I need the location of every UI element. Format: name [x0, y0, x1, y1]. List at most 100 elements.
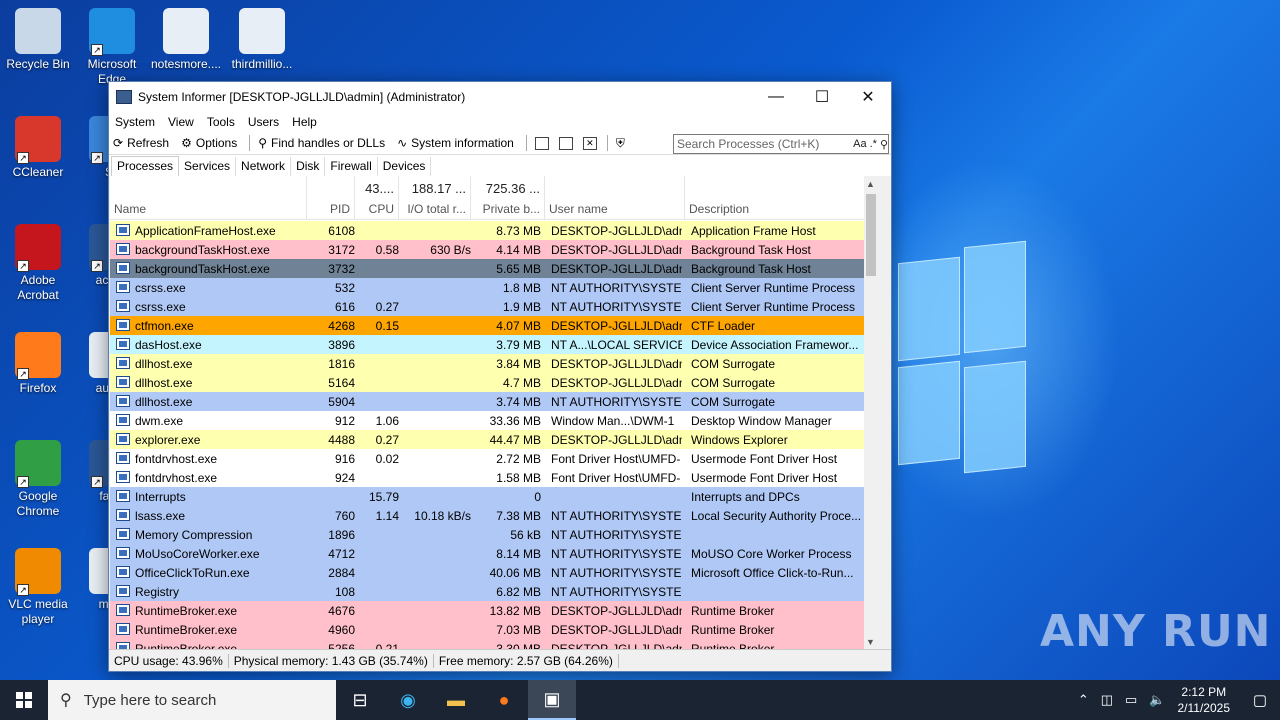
taskbar-search-box[interactable]: ⚲ Type here to search: [48, 680, 336, 720]
process-row[interactable]: Memory Compression 1896 56 kB NT AUTHORITY\…: [110, 525, 865, 544]
minimize-button[interactable]: —: [753, 82, 799, 112]
process-row[interactable]: csrss.exe 616 0.27 1.9 MB NT AUTHORITY\SYSTE…: [110, 297, 865, 316]
match-case-toggle[interactable]: Aa: [853, 138, 866, 150]
process-user-cell: DESKTOP-JGLLJLD\admi: [551, 604, 682, 618]
menu-view[interactable]: View: [168, 115, 194, 129]
shortcut-arrow-icon: ↗: [17, 152, 29, 164]
tab-firewall[interactable]: Firewall: [325, 157, 378, 176]
process-row[interactable]: RuntimeBroker.exe 4676 13.82 MB DESKTOP-JGL…: [110, 601, 865, 620]
menu-help[interactable]: Help: [292, 115, 317, 129]
process-tree-grid[interactable]: Name PID 43.... CPU 188.17 ... I/O total…: [110, 176, 878, 650]
column-header-pid[interactable]: PID: [307, 176, 355, 220]
tab-disk[interactable]: Disk: [291, 157, 326, 176]
process-row[interactable]: MoUsoCoreWorker.exe 4712 8.14 MB NT AUTHORI…: [110, 544, 865, 563]
column-header-io[interactable]: 188.17 ... I/O total r...: [399, 176, 471, 220]
tab-services[interactable]: Services: [179, 157, 237, 176]
column-header-description[interactable]: Description: [685, 176, 865, 220]
process-row[interactable]: lsass.exe 760 1.14 10.18 kB/s 7.38 MB NT AUTH…: [110, 506, 865, 525]
taskbar-clock[interactable]: 2:12 PM 2/11/2025: [1178, 684, 1231, 716]
desktop-icon[interactable]: ↗ Adobe Acrobat: [0, 224, 76, 303]
task-view-button[interactable]: ⊟: [336, 680, 384, 720]
desktop-icon[interactable]: ↗ Firefox: [0, 332, 76, 396]
refresh-button[interactable]: ⟳ Refresh: [113, 136, 169, 150]
process-row[interactable]: fontdrvhost.exe 924 1.58 MB Font Driver Hos…: [110, 468, 865, 487]
process-icon: [116, 357, 130, 369]
search-processes-input[interactable]: Search Processes (Ctrl+K) Aa .* ⚲: [673, 134, 889, 154]
process-row[interactable]: Interrupts 15.79 0 Interrupts and DPCs: [110, 487, 865, 506]
volume-icon[interactable]: 🔈: [1149, 692, 1165, 708]
menu-tools[interactable]: Tools: [207, 115, 235, 129]
column-header-private-bytes[interactable]: 725.36 ... Private b...: [471, 176, 545, 220]
chevron-up-icon[interactable]: ⌃: [1078, 692, 1089, 708]
process-desc-cell: Runtime Broker: [691, 623, 775, 637]
process-row[interactable]: backgroundTaskHost.exe 3172 0.58 630 B/s 4.1…: [110, 240, 865, 259]
desktop-icon[interactable]: ↗ VLC media player: [0, 548, 76, 627]
desktop-icon[interactable]: notesmore....: [148, 8, 224, 72]
process-row[interactable]: OfficeClickToRun.exe 2884 40.06 MB NT AUTHO…: [110, 563, 865, 582]
menu-users[interactable]: Users: [248, 115, 279, 129]
column-header-user[interactable]: User name: [545, 176, 685, 220]
process-icon: [116, 471, 130, 483]
process-row[interactable]: dasHost.exe 3896 3.79 MB NT A...\LOCAL SERV…: [110, 335, 865, 354]
menu-system[interactable]: System: [115, 115, 155, 129]
process-user-cell: DESKTOP-JGLLJLD\admi: [551, 623, 682, 637]
column-header-cpu[interactable]: 43.... CPU: [355, 176, 399, 220]
system-information-button[interactable]: ∿ System information: [397, 136, 514, 150]
search-icon[interactable]: ⚲: [880, 138, 888, 151]
status-cpu-usage: CPU usage: 43.96%: [109, 653, 229, 668]
taskbar-firefox[interactable]: ●: [480, 680, 528, 720]
start-button[interactable]: [0, 680, 48, 720]
find-window-icon[interactable]: [558, 136, 573, 150]
regex-toggle[interactable]: .*: [870, 138, 877, 150]
process-row[interactable]: dllhost.exe 1816 3.84 MB DESKTOP-JGLLJLD\ad…: [110, 354, 865, 373]
process-user-cell: NT AUTHORITY\SYSTEM: [551, 585, 682, 599]
window-icon[interactable]: [534, 136, 549, 150]
system-informer-window[interactable]: System Informer [DESKTOP-JGLLJLD\admin] …: [108, 81, 892, 672]
process-row[interactable]: ctfmon.exe 4268 0.15 4.07 MB DESKTOP-JGLLJLD…: [110, 316, 865, 335]
title-bar[interactable]: System Informer [DESKTOP-JGLLJLD\admin] …: [109, 82, 891, 112]
status-free-memory: Free memory: 2.57 GB (64.26%): [434, 653, 619, 668]
network-icon[interactable]: ▭: [1125, 692, 1137, 708]
process-icon: [116, 281, 130, 293]
maximize-button[interactable]: ☐: [799, 82, 845, 112]
scroll-thumb[interactable]: [866, 194, 876, 276]
find-handles-button[interactable]: ⚲ Find handles or DLLs: [258, 136, 385, 150]
tab-processes[interactable]: Processes: [111, 156, 180, 176]
tab-network[interactable]: Network: [236, 157, 292, 176]
process-row[interactable]: dllhost.exe 5164 4.7 MB DESKTOP-JGLLJLD\adm…: [110, 373, 865, 392]
process-user-cell: NT AUTHORITY\SYSTEM: [551, 566, 682, 580]
process-row[interactable]: Registry 108 6.82 MB NT AUTHORITY\SYSTEM: [110, 582, 865, 601]
taskbar-file-explorer[interactable]: ▬: [432, 680, 480, 720]
desktop-icon[interactable]: ↗ CCleaner: [0, 116, 76, 180]
process-row[interactable]: dwm.exe 912 1.06 33.36 MB Window Man...\DWM-…: [110, 411, 865, 430]
taskbar-system-informer[interactable]: ▣: [528, 680, 576, 720]
desktop-icon[interactable]: ↗ Google Chrome: [0, 440, 76, 519]
shield-button[interactable]: ⛨: [616, 136, 629, 151]
tab-devices[interactable]: Devices: [378, 157, 432, 176]
process-row[interactable]: fontdrvhost.exe 916 0.02 2.72 MB Font Driver…: [110, 449, 865, 468]
vertical-scrollbar[interactable]: ▲ ▼: [864, 176, 878, 650]
taskbar-edge[interactable]: ◉: [384, 680, 432, 720]
security-tray-icon[interactable]: ◫: [1101, 692, 1113, 708]
process-row[interactable]: csrss.exe 532 1.8 MB NT AUTHORITY\SYSTEM Cli…: [110, 278, 865, 297]
process-row[interactable]: backgroundTaskHost.exe 3732 5.65 MB DESKTOP…: [110, 259, 865, 278]
desktop-icon[interactable]: ↗ Microsoft Edge: [74, 8, 150, 87]
scroll-down-icon[interactable]: ▼: [866, 637, 875, 647]
process-row[interactable]: explorer.exe 4488 0.27 44.47 MB DESKTOP-JGLL…: [110, 430, 865, 449]
kill-window-icon[interactable]: ✕: [582, 136, 597, 150]
scroll-up-icon[interactable]: ▲: [866, 179, 875, 189]
process-row[interactable]: ApplicationFrameHost.exe 6108 8.73 MB DESKT…: [110, 221, 865, 240]
process-name-cell: ApplicationFrameHost.exe: [135, 224, 276, 238]
process-row[interactable]: RuntimeBroker.exe 4960 7.03 MB DESKTOP-JGLL…: [110, 620, 865, 639]
close-button[interactable]: ✕: [845, 82, 891, 112]
notification-icon[interactable]: ▢: [1240, 691, 1280, 709]
column-header-name[interactable]: Name: [110, 176, 307, 220]
desktop-icon[interactable]: Recycle Bin: [0, 8, 76, 72]
process-row[interactable]: dllhost.exe 5904 3.74 MB NT AUTHORITY\SYSTE…: [110, 392, 865, 411]
process-icon: [116, 623, 130, 635]
process-priv-cell: 1.8 MB: [502, 281, 541, 295]
options-button[interactable]: ⚙ Options: [181, 136, 237, 150]
private-bytes-total: 725.36 ...: [485, 181, 540, 196]
refresh-icon: ⟳: [113, 136, 124, 150]
desktop-icon[interactable]: thirdmillio...: [224, 8, 300, 72]
